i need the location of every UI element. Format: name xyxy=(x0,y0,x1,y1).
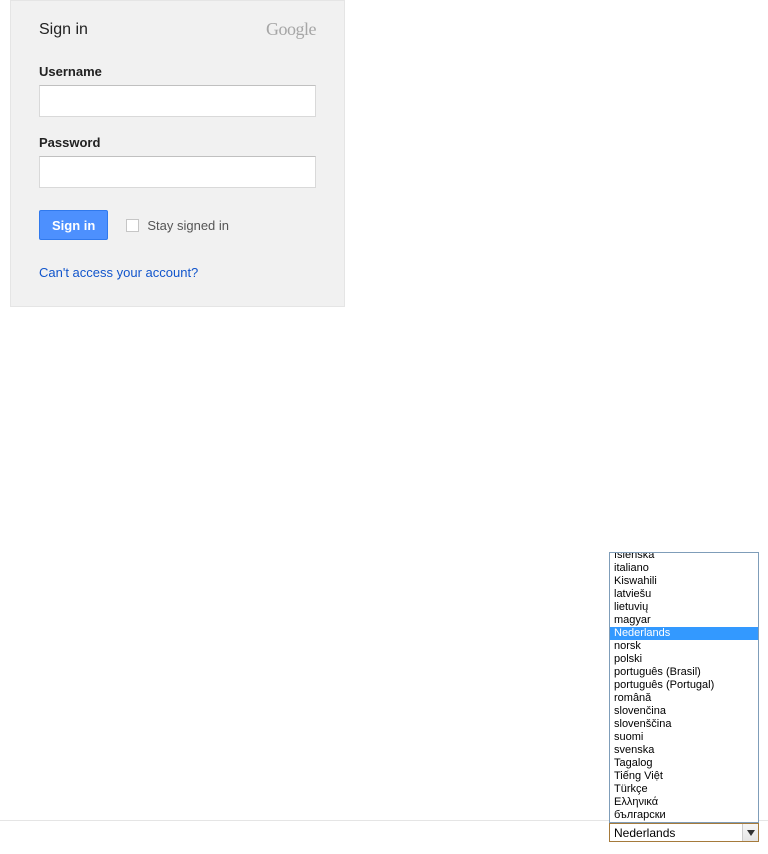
language-listbox[interactable]: íslenskaitalianoKiswahililatviešulietuvi… xyxy=(609,552,759,823)
language-option[interactable]: norsk xyxy=(610,640,758,653)
language-option[interactable]: Ελληνικά xyxy=(610,796,758,809)
language-option[interactable]: italiano xyxy=(610,562,758,575)
username-input[interactable] xyxy=(39,85,316,117)
password-label: Password xyxy=(39,135,316,150)
username-label: Username xyxy=(39,64,316,79)
signin-title: Sign in xyxy=(39,21,88,39)
language-select[interactable]: Nederlands xyxy=(609,823,759,842)
language-option[interactable]: Kiswahili xyxy=(610,575,758,588)
language-option[interactable]: slovenščina xyxy=(610,718,758,731)
language-option[interactable]: Tiếng Việt xyxy=(610,770,758,783)
cant-access-link[interactable]: Can't access your account? xyxy=(39,265,198,280)
language-option[interactable]: latviešu xyxy=(610,588,758,601)
language-option[interactable]: polski xyxy=(610,653,758,666)
signin-card: Sign in Google Username Password Sign in… xyxy=(10,0,345,307)
password-input[interactable] xyxy=(39,156,316,188)
checkbox-icon xyxy=(126,219,139,232)
language-option[interactable]: română xyxy=(610,692,758,705)
language-option[interactable]: íslenska xyxy=(610,552,758,562)
language-select-value: Nederlands xyxy=(614,826,675,840)
card-header: Sign in Google xyxy=(39,19,316,40)
google-logo: Google xyxy=(266,19,316,40)
stay-signed-in-label: Stay signed in xyxy=(147,218,229,233)
language-option[interactable]: suomi xyxy=(610,731,758,744)
signin-button[interactable]: Sign in xyxy=(39,210,108,240)
signin-row: Sign in Stay signed in xyxy=(39,210,316,240)
language-option[interactable]: svenska xyxy=(610,744,758,757)
language-option[interactable]: български xyxy=(610,809,758,822)
chevron-down-icon xyxy=(742,824,758,841)
language-option[interactable]: magyar xyxy=(610,614,758,627)
language-option[interactable]: português (Brasil) xyxy=(610,666,758,679)
language-option[interactable]: Türkçe xyxy=(610,783,758,796)
language-option[interactable]: slovenčina xyxy=(610,705,758,718)
language-option[interactable]: Tagalog xyxy=(610,757,758,770)
stay-signed-in-checkbox[interactable]: Stay signed in xyxy=(126,218,229,233)
language-option[interactable]: lietuvių xyxy=(610,601,758,614)
language-option[interactable]: português (Portugal) xyxy=(610,679,758,692)
language-option[interactable]: Nederlands xyxy=(610,627,758,640)
